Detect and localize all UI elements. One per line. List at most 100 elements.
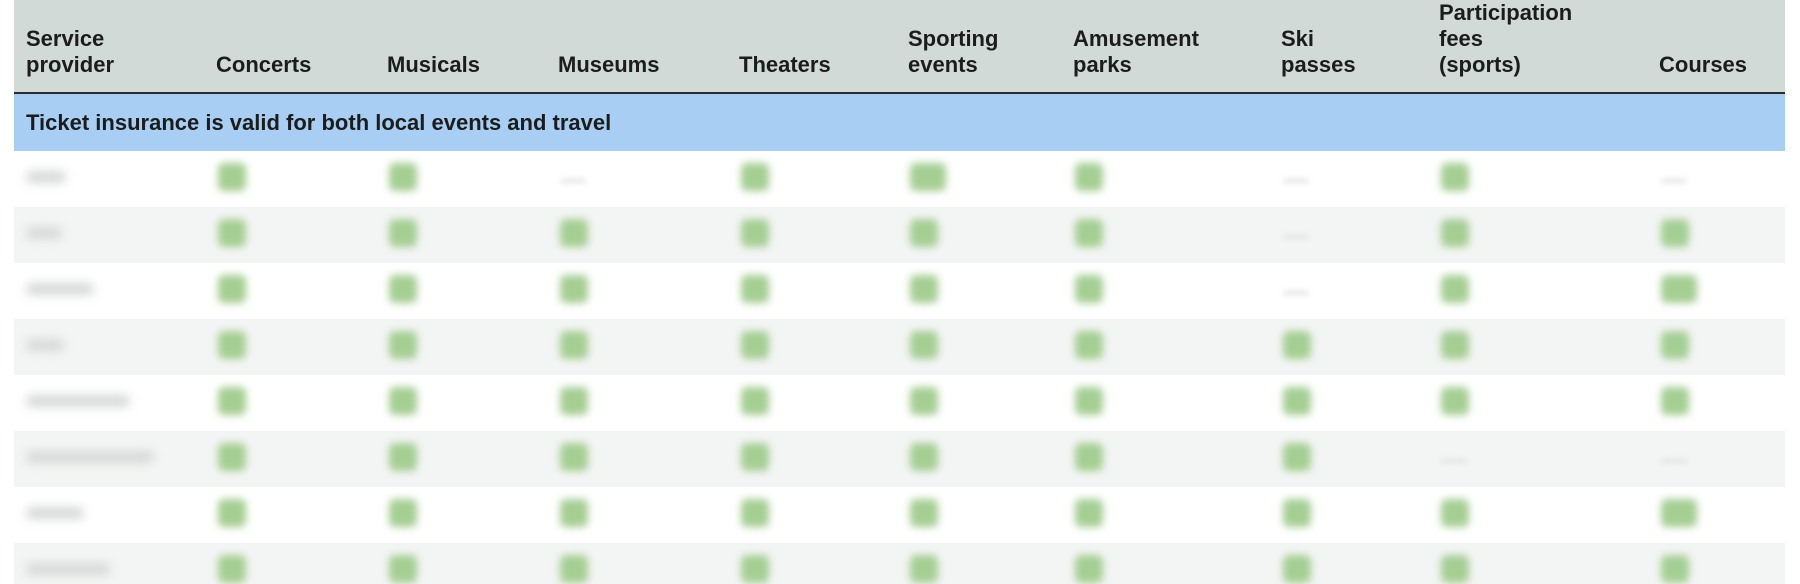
column-header-text: provider [26,52,115,77]
coverage-cell [896,319,1061,375]
coverage-cell [204,431,375,487]
blurred-provider-name [26,563,110,575]
service-provider-cell [14,543,204,584]
covered-check-icon [218,162,246,191]
coverage-cell [375,207,546,263]
blurred-provider-name [26,339,64,351]
coverage-cell [727,543,896,584]
coverage-cell [1427,375,1647,431]
coverage-cell [1427,263,1647,319]
service-provider-cell [14,375,204,431]
covered-check-icon [560,554,588,583]
covered-check-icon [1661,274,1697,303]
covered-check-icon [389,554,417,583]
not-covered-icon [560,179,586,183]
coverage-cell [1647,151,1785,207]
coverage-cell [727,263,896,319]
covered-check-icon [1075,554,1103,583]
coverage-cell [375,375,546,431]
coverage-cell [1061,487,1269,543]
column-header-museums: Museums [546,0,727,94]
coverage-cell [375,543,546,584]
column-header-theaters: Theaters [727,0,896,94]
covered-check-icon [741,442,769,471]
covered-check-icon [1075,386,1103,415]
service-provider-cell [14,487,204,543]
covered-check-icon [218,218,246,247]
coverage-cell [546,487,727,543]
coverage-cell [1427,319,1647,375]
column-header-text: parks [1073,52,1132,77]
coverage-cell [1269,319,1427,375]
coverage-cell [1061,543,1269,584]
covered-check-icon [1075,218,1103,247]
covered-check-icon [1283,442,1311,471]
coverage-cell [1647,207,1785,263]
coverage-cell [1061,207,1269,263]
blurred-provider-name [26,171,66,183]
covered-check-icon [1441,162,1469,191]
coverage-cell [1647,487,1785,543]
coverage-cell [727,431,896,487]
table-row [14,319,1785,375]
coverage-cell [1061,263,1269,319]
covered-check-icon [1441,554,1469,583]
coverage-cell [1061,431,1269,487]
coverage-cell [204,207,375,263]
column-header-musicals: Musicals [375,0,546,94]
service-provider-cell [14,207,204,263]
coverage-cell [727,207,896,263]
column-header-text: (sports) [1439,52,1521,77]
coverage-cell [204,263,375,319]
covered-check-icon [218,274,246,303]
column-header-text: Musicals [387,52,480,77]
coverage-cell [1427,151,1647,207]
covered-check-icon [1283,498,1311,527]
blurred-provider-name [26,507,84,519]
covered-check-icon [741,554,769,583]
column-header-ski-passes: Ski passes [1269,0,1427,94]
coverage-cell [204,543,375,584]
coverage-cell [204,319,375,375]
coverage-cell [375,151,546,207]
covered-check-icon [910,162,946,191]
column-header-courses: Courses [1647,0,1785,94]
coverage-cell [1061,151,1269,207]
covered-check-icon [1283,554,1311,583]
covered-check-icon [910,218,938,247]
covered-check-icon [741,330,769,359]
column-header-concerts: Concerts [204,0,375,94]
coverage-cell [204,151,375,207]
covered-check-icon [741,498,769,527]
not-covered-icon [1441,459,1467,463]
table-row [14,151,1785,207]
coverage-cell [896,431,1061,487]
coverage-cell [1269,543,1427,584]
column-header-text: Service [26,26,105,51]
covered-check-icon [218,498,246,527]
blurred-provider-name [26,395,130,407]
coverage-cell [896,543,1061,584]
covered-check-icon [389,498,417,527]
covered-check-icon [1661,218,1689,247]
covered-check-icon [1661,386,1689,415]
covered-check-icon [218,330,246,359]
covered-check-icon [560,274,588,303]
coverage-cell [546,207,727,263]
blurred-provider-name [26,451,154,463]
service-provider-cell [14,263,204,319]
column-header-participation-fees: Participation fees (sports) [1427,0,1647,94]
covered-check-icon [1441,386,1469,415]
covered-check-icon [1075,442,1103,471]
column-header-service-provider: Service provider [14,0,204,94]
table-row [14,375,1785,431]
coverage-cell [375,431,546,487]
covered-check-icon [1283,330,1311,359]
coverage-cell [727,151,896,207]
coverage-cell [896,151,1061,207]
column-header-text: passes [1281,52,1356,77]
covered-check-icon [741,218,769,247]
coverage-cell [1647,431,1785,487]
covered-check-icon [560,498,588,527]
covered-check-icon [910,498,938,527]
